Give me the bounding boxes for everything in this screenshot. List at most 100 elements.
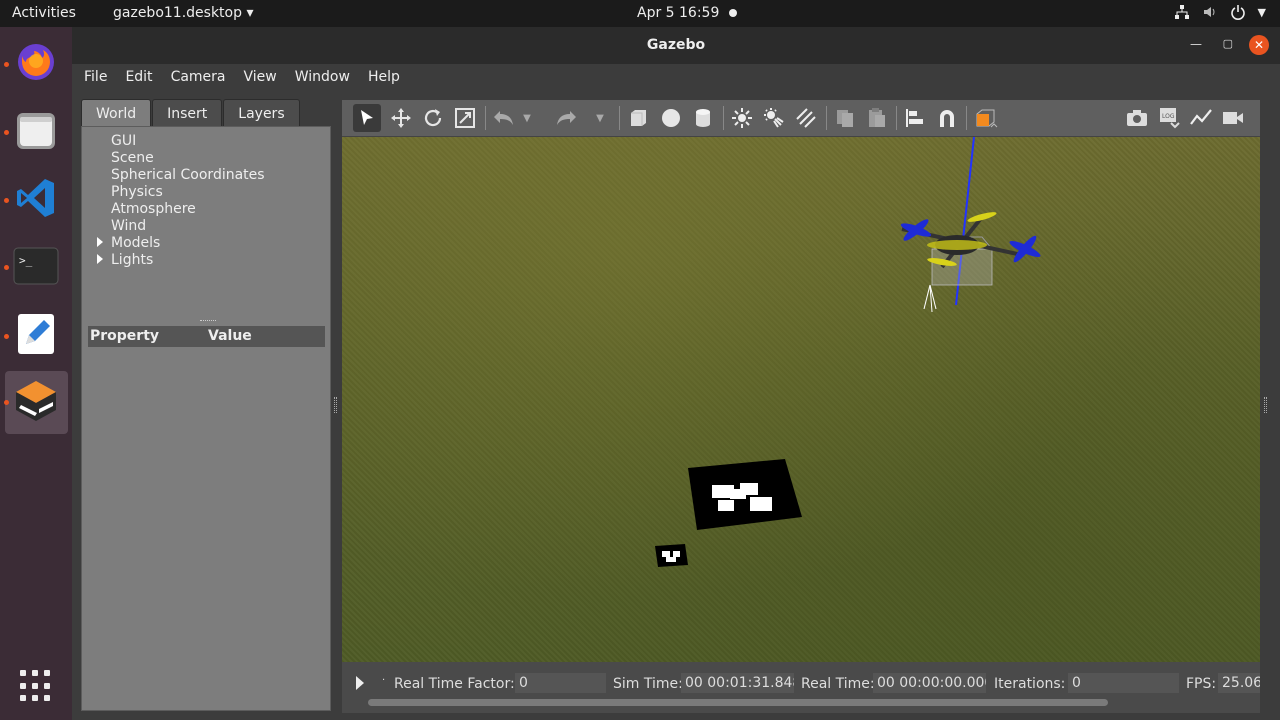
redo-icon[interactable] [552,104,580,132]
point-light-icon[interactable] [728,104,756,132]
real-time-factor-value: 0 [515,673,606,693]
tree-item-wind[interactable]: Wind [111,218,146,234]
activities-button[interactable]: Activities [12,5,76,21]
toolbar: ▼ ▼ LOG [342,100,1260,137]
minimize-button[interactable]: — [1190,37,1202,51]
window-title: Gazebo [646,37,706,53]
text-editor-icon[interactable] [12,310,60,358]
world-tree: GUI Scene Spherical Coordinates Physics … [81,126,331,711]
real-time-factor-label: Real Time Factor: [394,676,515,692]
3d-viewport[interactable] [342,137,1260,662]
rotate-icon[interactable] [419,104,447,132]
gazebo-icon[interactable] [12,377,60,425]
paste-icon[interactable] [863,104,891,132]
align-icon[interactable] [901,104,929,132]
left-panel: World Insert Layers GUI Scene Spherical … [81,99,331,711]
horizontal-scrollbar[interactable] [368,699,1108,706]
spot-light-icon[interactable] [760,104,788,132]
tab-world[interactable]: World [81,99,152,127]
drone-model[interactable] [900,137,1043,313]
menu-window[interactable]: Window [295,64,359,91]
tab-layers[interactable]: Layers [223,99,300,127]
clock[interactable]: Apr 5 16:59 [637,5,719,21]
iterations-value: 0 [1068,673,1179,693]
screenshot-icon[interactable] [1123,104,1151,132]
running-indicator [4,265,9,270]
tree-item-lights[interactable]: Lights [111,252,153,268]
aruco-marker-small[interactable] [655,544,688,567]
tree-item-atmosphere[interactable]: Atmosphere [111,201,196,217]
expand-arrow-icon[interactable] [97,237,103,247]
system-top-bar: Activities gazebo11.desktop ▾ Apr 5 16:5… [0,0,1280,27]
plot-icon[interactable] [1187,104,1215,132]
tab-insert[interactable]: Insert [152,99,223,127]
menu-view[interactable]: View [244,64,286,91]
running-indicator [4,334,9,339]
network-icon[interactable] [1174,4,1190,24]
left-splitter-handle[interactable] [334,397,337,413]
iterations-label: Iterations: [994,676,1066,692]
tree-item-physics[interactable]: Physics [111,184,163,200]
menu-camera[interactable]: Camera [171,64,235,91]
property-column-header: Property [90,328,160,344]
render-panel: ▼ ▼ LOG . Real Time Factor: 0 Sim Time: … [342,100,1260,713]
right-splitter-handle[interactable] [1264,397,1267,413]
maximize-button[interactable]: ▢ [1223,37,1233,50]
sim-time-value: 00 00:01:31.848 [681,673,794,693]
chevron-down-icon[interactable]: ▼ [1258,6,1266,24]
window-titlebar[interactable]: Gazebo — ▢ ✕ [72,27,1280,64]
tree-item-spherical-coordinates[interactable]: Spherical Coordinates [111,167,265,183]
log-icon[interactable]: LOG [1155,104,1183,132]
value-column-header: Value [208,328,252,344]
tree-item-scene[interactable]: Scene [111,150,154,166]
select-icon[interactable] [353,104,381,132]
undo-icon[interactable] [490,104,518,132]
running-indicator [4,62,9,67]
files-icon[interactable] [12,106,60,154]
terminal-icon[interactable]: >_ [12,242,60,290]
toolbar-separator [966,106,967,130]
toolbar-separator [485,106,486,130]
scale-icon[interactable] [451,104,479,132]
power-icon[interactable] [1230,4,1246,24]
copy-icon[interactable] [831,104,859,132]
play-icon[interactable] [356,676,364,690]
translate-icon[interactable] [387,104,415,132]
tree-item-gui[interactable]: GUI [111,133,136,149]
tree-item-models[interactable]: Models [111,235,160,251]
app-grid-icon[interactable] [20,670,52,702]
fps-label: FPS: [1186,676,1217,692]
running-indicator [4,198,9,203]
gazebo-window: Gazebo — ▢ ✕ File Edit Camera View Windo… [72,27,1280,720]
directional-light-icon[interactable] [792,104,820,132]
view-angle-icon[interactable] [971,104,999,132]
expand-arrow-icon[interactable] [97,254,103,264]
running-indicator [4,130,9,135]
sim-time-label: Sim Time: [613,676,683,692]
app-menu[interactable]: gazebo11.desktop ▾ [113,5,253,21]
close-button[interactable]: ✕ [1249,35,1269,55]
undo-dropdown-icon[interactable]: ▼ [520,104,534,132]
step-dot: . [382,672,386,683]
redo-dropdown-icon[interactable]: ▼ [593,104,607,132]
menu-help[interactable]: Help [368,64,409,91]
toolbar-separator [723,106,724,130]
menu-file[interactable]: File [84,64,116,91]
box-icon[interactable] [624,104,652,132]
sphere-icon[interactable] [657,104,685,132]
cylinder-icon[interactable] [689,104,717,132]
left-panel-tabs: World Insert Layers [81,99,301,127]
firefox-icon[interactable] [12,38,60,86]
svg-text:>_: >_ [19,254,33,267]
panel-splitter-handle[interactable] [200,320,216,322]
status-bar: . Real Time Factor: 0 Sim Time: 00 00:01… [342,662,1260,713]
record-video-icon[interactable] [1219,104,1247,132]
menubar: File Edit Camera View Window Help [72,64,1280,91]
vscode-icon[interactable] [12,174,60,222]
volume-icon[interactable] [1202,4,1218,24]
svg-text:LOG: LOG [1162,113,1175,120]
aruco-marker-large[interactable] [688,459,802,530]
system-tray[interactable]: ▼ [1174,4,1266,24]
snap-icon[interactable] [933,104,961,132]
menu-edit[interactable]: Edit [125,64,161,91]
